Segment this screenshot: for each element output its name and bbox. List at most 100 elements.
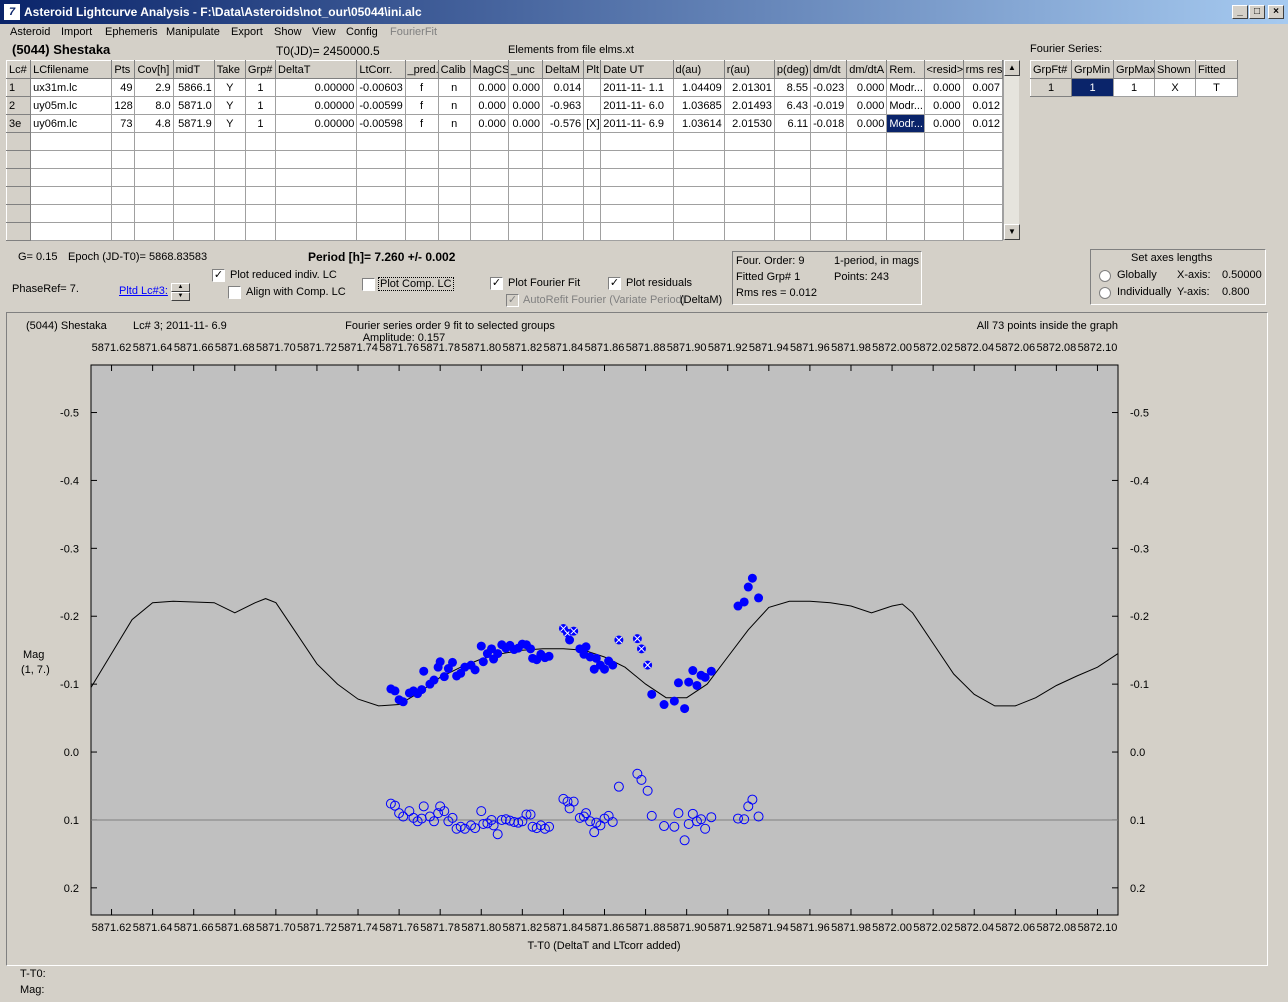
table-cell[interactable]: 0.000: [846, 96, 888, 115]
table-cell[interactable]: [356, 222, 406, 241]
table-cell[interactable]: [111, 204, 136, 223]
table-cell[interactable]: [213, 222, 246, 241]
table-cell[interactable]: 0.000: [923, 114, 964, 133]
table-cell[interactable]: 8.55: [773, 78, 812, 97]
table-cell[interactable]: [437, 204, 471, 223]
table-cell[interactable]: [30, 186, 113, 205]
table-cell[interactable]: [404, 222, 439, 241]
table-cell[interactable]: 0.000: [923, 96, 964, 115]
table-cell[interactable]: [886, 186, 925, 205]
table-cell[interactable]: [773, 204, 812, 223]
table-cell[interactable]: [172, 150, 215, 169]
table-cell[interactable]: [134, 132, 174, 151]
table-cell[interactable]: 0.000: [846, 114, 888, 133]
table-cell[interactable]: Modr...: [886, 96, 925, 115]
table-cell[interactable]: [469, 186, 509, 205]
table-cell[interactable]: [469, 222, 509, 241]
empty-row[interactable]: [5, 150, 1004, 169]
table-cell[interactable]: 6.11: [773, 114, 812, 133]
table-cell[interactable]: 5866.1: [172, 78, 215, 97]
table-cell[interactable]: 5871.0: [172, 96, 215, 115]
table-cell[interactable]: X: [1154, 78, 1196, 97]
empty-row[interactable]: [5, 204, 1004, 223]
table-cell[interactable]: [507, 150, 544, 169]
spin-down-icon[interactable]: ▼: [171, 292, 190, 301]
table-cell[interactable]: [507, 168, 544, 187]
lc-spin-button[interactable]: ▲ ▼: [171, 283, 190, 301]
table-cell[interactable]: [846, 150, 888, 169]
table-cell[interactable]: 128: [111, 96, 136, 115]
lc-col-header[interactable]: dm/dtA: [846, 60, 888, 79]
plot-residuals-checkbox[interactable]: ✓: [608, 277, 621, 290]
table-cell[interactable]: f: [404, 78, 439, 97]
table-cell[interactable]: [275, 132, 358, 151]
table-cell[interactable]: 8.0: [134, 96, 174, 115]
table-cell[interactable]: [111, 150, 136, 169]
lc-col-header[interactable]: Take: [213, 60, 246, 79]
table-cell[interactable]: [672, 204, 725, 223]
table-cell[interactable]: [30, 150, 113, 169]
table-cell[interactable]: Y: [213, 114, 246, 133]
table-cell[interactable]: [886, 132, 925, 151]
table-cell[interactable]: [507, 222, 544, 241]
plot-panel[interactable]: (5044) Shestaka Lc# 3; 2011-11- 6.9 Four…: [6, 312, 1268, 966]
table-cell[interactable]: [111, 132, 136, 151]
table-cell[interactable]: [275, 150, 358, 169]
table-cell[interactable]: 4.8: [134, 114, 174, 133]
lc-col-header[interactable]: DeltaM: [542, 60, 585, 79]
table-cell[interactable]: [134, 222, 174, 241]
table-cell[interactable]: [244, 204, 277, 223]
table-cell[interactable]: [600, 168, 674, 187]
table-cell[interactable]: Y: [213, 78, 246, 97]
table-cell[interactable]: [723, 222, 775, 241]
scroll-up-icon[interactable]: ▲: [1004, 60, 1020, 76]
menu-show[interactable]: Show: [274, 26, 302, 38]
table-cell[interactable]: [886, 222, 925, 241]
table-cell[interactable]: 0.000: [507, 78, 544, 97]
plot-comp-checkbox[interactable]: [362, 278, 375, 291]
table-cell[interactable]: 0.000: [846, 78, 888, 97]
table-cell[interactable]: [5, 186, 32, 205]
table-cell[interactable]: [672, 150, 725, 169]
table-cell[interactable]: [600, 132, 674, 151]
table-cell[interactable]: [356, 132, 406, 151]
table-cell[interactable]: [583, 78, 602, 97]
table-cell[interactable]: 0.000: [469, 96, 509, 115]
table-cell[interactable]: [583, 222, 602, 241]
table-cell[interactable]: 2: [5, 96, 32, 115]
table-cell[interactable]: [244, 168, 277, 187]
individually-radio[interactable]: [1099, 287, 1111, 299]
lc-col-header[interactable]: <resid>: [923, 60, 964, 79]
empty-row[interactable]: [5, 168, 1004, 187]
plot-fourier-checkbox[interactable]: ✓: [490, 277, 503, 290]
table-cell[interactable]: [469, 168, 509, 187]
table-cell[interactable]: [810, 168, 848, 187]
lightcurve-table[interactable]: Lc# LCfilename Pts Cov[h] midT Take Grp# DeltaT…: [5, 60, 1004, 241]
table-cell[interactable]: 2.01493: [723, 96, 775, 115]
pltd-lc-link[interactable]: Pltd Lc#3:: [119, 285, 168, 297]
table-cell[interactable]: [5, 168, 32, 187]
table-cell[interactable]: 0.000: [507, 114, 544, 133]
maximize-button[interactable]: □: [1249, 5, 1265, 19]
align-comp-checkbox[interactable]: [228, 286, 241, 299]
lc-col-header[interactable]: midT: [172, 60, 215, 79]
table-row[interactable]: 2 uy05m.lc 128 8.0 5871.0 Y 1 0.00000 -0.00599 f n…: [5, 96, 1004, 115]
fs-col-header[interactable]: GrpMin: [1071, 60, 1114, 79]
table-cell[interactable]: 1.03685: [672, 96, 725, 115]
table-cell[interactable]: [356, 150, 406, 169]
table-cell[interactable]: [542, 168, 585, 187]
table-cell[interactable]: [846, 186, 888, 205]
table-cell[interactable]: [672, 186, 725, 205]
lc-col-header[interactable]: Plt: [583, 60, 602, 79]
lc-col-header[interactable]: dm/dt: [810, 60, 848, 79]
menu-ephemeris[interactable]: Ephemeris: [105, 26, 158, 38]
menu-fourierfit[interactable]: FourierFit: [390, 26, 437, 38]
table-cell[interactable]: [275, 204, 358, 223]
table-cell[interactable]: 0.012: [962, 114, 1004, 133]
table-cell[interactable]: [30, 204, 113, 223]
table-cell[interactable]: [886, 168, 925, 187]
table-scrollbar[interactable]: ▲ ▼: [1003, 60, 1020, 240]
lc-col-header[interactable]: DeltaT: [275, 60, 358, 79]
table-cell[interactable]: [962, 150, 1004, 169]
table-cell[interactable]: [30, 168, 113, 187]
